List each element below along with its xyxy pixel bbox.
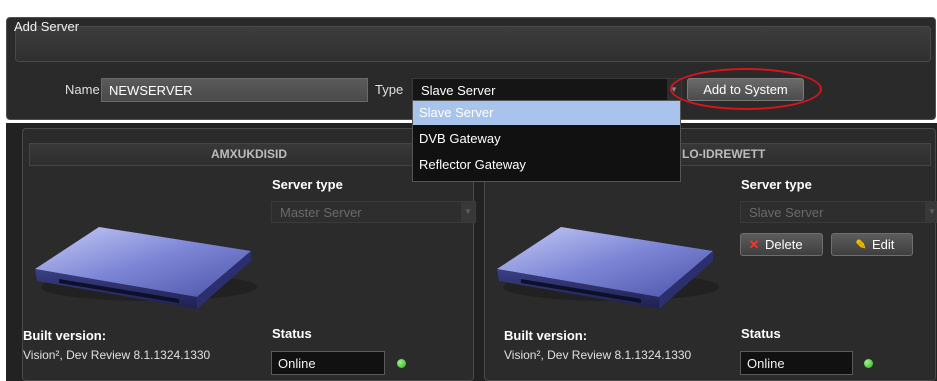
chevron-down-icon[interactable]: ▼ [925, 202, 937, 222]
type-select[interactable]: Slave Server ▼ [412, 78, 682, 101]
name-input[interactable]: NEWSERVER [101, 78, 368, 102]
add-server-title: Add Server [14, 19, 80, 34]
dropdown-option-dvb-gateway[interactable]: DVB Gateway [413, 127, 680, 151]
edit-button-label: Edit [872, 237, 895, 252]
built-version-value: Vision², Dev Review 8.1.1324.1330 [23, 348, 211, 362]
server-card-amxukdisid: AMXUKDISID Server type Master Server ▼ B… [22, 128, 476, 381]
type-dropdown-menu: Slave Server DVB Gateway Reflector Gatew… [412, 100, 681, 182]
server-drive-icon [35, 227, 257, 309]
name-label: Name [65, 82, 100, 97]
built-version-value: Vision², Dev Review 8.1.1324.1330 [504, 348, 692, 362]
status-label: Status [272, 326, 312, 341]
status-field: Online [271, 351, 385, 375]
status-online-icon [864, 359, 873, 368]
edit-button[interactable]: ✎ Edit [831, 233, 913, 256]
built-version-label: Built version: [23, 328, 107, 343]
server-type-value: Slave Server [749, 205, 824, 220]
chevron-down-icon[interactable]: ▼ [461, 202, 475, 222]
type-label: Type [375, 82, 404, 97]
server-card-title-text: LO-IDREWETT [682, 147, 766, 161]
delete-x-icon: ✕ [748, 237, 760, 252]
status-field: Online [740, 351, 853, 375]
server-type-label: Server type [272, 177, 343, 192]
server-type-label: Server type [741, 177, 812, 192]
add-server-header [15, 26, 931, 62]
server-type-select[interactable]: Slave Server ▼ [740, 201, 937, 223]
server-card-title: AMXUKDISID [29, 143, 469, 166]
dropdown-option-reflector-gateway[interactable]: Reflector Gateway [413, 153, 680, 177]
delete-button[interactable]: ✕ Delete [740, 233, 823, 256]
server-type-select[interactable]: Master Server ▼ [271, 201, 476, 223]
built-version-label: Built version: [504, 328, 588, 343]
server-type-value: Master Server [280, 205, 362, 220]
status-label: Status [741, 326, 781, 341]
dropdown-option-slave-server[interactable]: Slave Server [413, 101, 680, 125]
server-drive-icon [497, 227, 719, 309]
status-online-icon [397, 359, 406, 368]
edit-pencil-icon: ✎ [855, 237, 867, 252]
type-select-value: Slave Server [421, 83, 496, 98]
highlight-annotation [670, 68, 822, 110]
delete-button-label: Delete [765, 237, 803, 252]
